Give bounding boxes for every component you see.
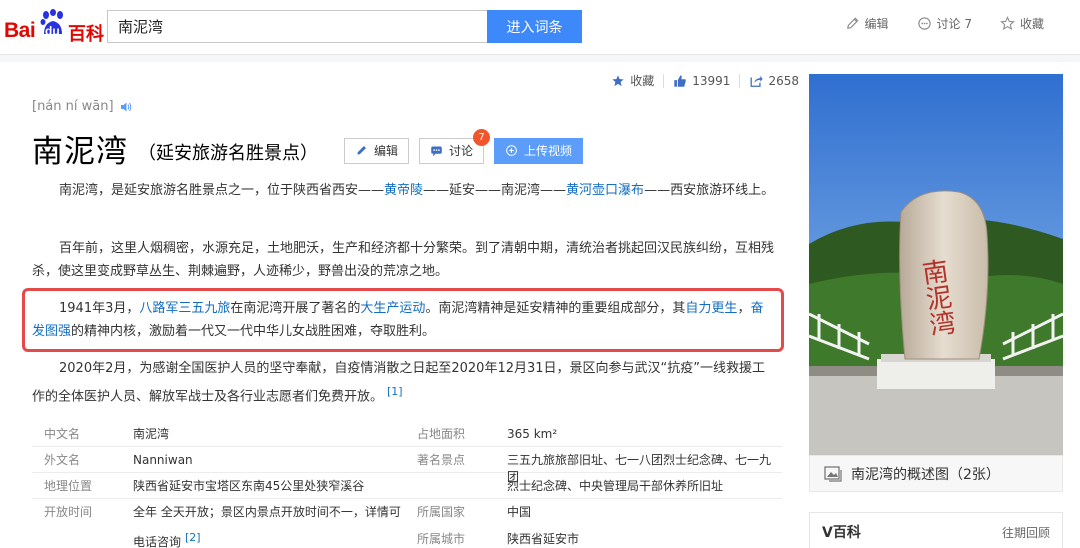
- paragraph-nanniwan-spirit: 1941年3月，八路军三五九旅在南泥湾开展了著名的大生产运动。南泥湾精神是延安精…: [32, 297, 775, 343]
- top-favorite-label: 收藏: [1019, 17, 1044, 31]
- discuss-count-badge: 7: [473, 128, 491, 146]
- paragraph-text: ，: [737, 301, 751, 316]
- plus-circle-icon: [506, 145, 517, 156]
- info-row: 外文名 Nanniwan 著名景点 三五九旅旅部旧址、七一八团烈士纪念碑、七一九…: [32, 447, 782, 484]
- upload-video-label: 上传视频: [524, 144, 573, 158]
- top-discuss-label: 讨论 7: [936, 17, 972, 31]
- star-outline-icon: [1000, 16, 1015, 31]
- paragraph-history: 百年前，这里人烟稠密，水源充足，土地肥沃，生产和经济都十分繁荣。到了清朝中期，清…: [32, 237, 775, 283]
- top-edit-label: 编辑: [864, 17, 889, 31]
- upload-video-button[interactable]: 上传视频: [494, 137, 584, 164]
- info-value: 365 km²: [507, 427, 558, 441]
- info-label: 地理位置: [44, 479, 93, 493]
- nanniwan-stone-photo: 南泥湾: [809, 74, 1063, 455]
- logo-du-text: du: [45, 24, 60, 38]
- gallery-icon: [824, 466, 842, 482]
- info-label: 著名景点: [417, 453, 466, 467]
- pencil-icon: [846, 17, 858, 29]
- link-359-brigade[interactable]: 八路军三五九旅: [139, 301, 230, 316]
- paragraph-text: 百年前，这里人烟稠密，水源充足，土地肥沃，生产和经济都十分繁荣。到了清朝中期，清…: [32, 241, 775, 279]
- paragraph-text: 的精神内核，激励着一代又一代中华儿女战胜困难，夺取胜利。: [71, 324, 436, 339]
- enter-entry-button[interactable]: 进入词条: [487, 10, 582, 43]
- info-label: 开放时间: [44, 505, 93, 519]
- logo-bai-text: Bai: [4, 19, 36, 42]
- top-actions: 编辑 讨论 7 收藏: [845, 15, 1044, 32]
- paragraph-text: ——延安——南泥湾——: [423, 183, 567, 198]
- info-row: 地理位置 陕西省延安市宝塔区东南45公里处狭窄溪谷 烈士纪念碑、中央管理局干部休…: [32, 473, 782, 499]
- stats-divider: [663, 73, 665, 88]
- info-value-text: 全年 全天开放；景区内景点开放时间不一，详情可电话咨询: [133, 505, 401, 548]
- top-header: Bai du 百科 进入词条 编辑 讨论 7 收藏: [0, 0, 1080, 55]
- paragraph-text: ——西安旅游环线上。: [644, 183, 775, 198]
- info-value: 陕西省延安市: [507, 532, 580, 546]
- link-self-reliance[interactable]: 自力更生: [685, 301, 737, 316]
- paragraph-text: 在南泥湾开展了著名的: [230, 301, 361, 316]
- link-hukou-waterfall[interactable]: 黄河壶口瀑布: [566, 183, 644, 198]
- paragraph-intro: 南泥湾，是延安旅游名胜景点之一，位于陕西省西安——黄帝陵——延安——南泥湾——黄…: [32, 179, 775, 202]
- chat-icon: [917, 17, 931, 30]
- link-production-movement[interactable]: 大生产运动: [360, 301, 425, 316]
- edit-button[interactable]: 编辑: [344, 137, 410, 164]
- like-stat[interactable]: 13991: [673, 74, 730, 88]
- summary-image-caption[interactable]: 南泥湾的概述图（2张）: [809, 455, 1063, 492]
- favorite-stat[interactable]: 收藏: [611, 72, 654, 89]
- like-count: 13991: [692, 73, 731, 88]
- link-huangdiling[interactable]: 黄帝陵: [384, 183, 423, 198]
- favorite-stat-label: 收藏: [630, 74, 655, 88]
- info-label: 所属城市: [417, 532, 466, 546]
- info-value: 南泥湾: [133, 427, 170, 441]
- info-label: 外文名: [44, 453, 81, 467]
- past-review-link[interactable]: 往期回顾: [1002, 524, 1050, 541]
- top-edit-action[interactable]: 编辑: [845, 15, 889, 32]
- paragraph-free-admission: 2020年2月，为感谢全国医护人员的坚守奉献，自疫情消散之日起至2020年12月…: [32, 357, 775, 408]
- v-baike-box: V百科 往期回顾: [809, 512, 1063, 548]
- info-value: 烈士纪念碑、中央管理局干部休养所旧址: [507, 479, 724, 493]
- search-input[interactable]: [108, 11, 487, 42]
- paragraph-text: 南泥湾，是延安旅游名胜景点之一，位于陕西省西安——: [59, 183, 385, 198]
- star-icon: [612, 74, 624, 86]
- chat-icon: [431, 146, 442, 157]
- info-value: 中国: [507, 505, 532, 519]
- pinyin-row: [nán ní wān]: [32, 99, 132, 114]
- share-count: 2658: [768, 73, 799, 88]
- logo-baike-text: 百科: [68, 24, 104, 45]
- entry-stats: 收藏 13991 2658: [611, 72, 799, 89]
- stats-divider: [739, 73, 741, 88]
- paragraph-text: 1941年3月，: [59, 301, 140, 316]
- entry-title: 南泥湾: [32, 134, 128, 170]
- pencil-icon: [357, 146, 366, 155]
- speaker-icon[interactable]: [120, 101, 132, 113]
- entry-main-card: 收藏 13991 2658 [nán ní wān] 南泥湾 （延安旅游名胜景点…: [0, 62, 1080, 548]
- entry-subtitle: （延安旅游名胜景点）: [138, 142, 318, 164]
- edit-button-label: 编辑: [374, 144, 399, 158]
- info-row: 开放时间 全年 全天开放；景区内景点开放时间不一，详情可电话咨询 [2] 所属国家…: [32, 499, 782, 548]
- baidu-baike-logo[interactable]: Bai du 百科: [4, 9, 104, 45]
- discuss-button[interactable]: 讨论 7: [419, 128, 491, 164]
- summary-image[interactable]: 南泥湾: [809, 74, 1063, 455]
- v-baike-title: V百科: [822, 525, 861, 541]
- info-row: 中文名 南泥湾 占地面积 365 km²: [32, 421, 782, 447]
- share-stat[interactable]: 2658: [749, 74, 799, 88]
- thumbs-up-icon: [674, 74, 687, 87]
- discuss-button-label: 讨论: [449, 144, 474, 158]
- top-discuss-action[interactable]: 讨论 7: [917, 15, 972, 32]
- info-value: Nanniwan: [133, 453, 193, 467]
- search-box: [107, 10, 487, 43]
- info-label: 中文名: [44, 427, 81, 441]
- title-row: 南泥湾 （延安旅游名胜景点） 编辑 讨论 7 上传视频: [32, 126, 584, 171]
- pinyin-text: [nán ní wān]: [32, 99, 114, 114]
- top-favorite-action[interactable]: 收藏: [1000, 15, 1044, 32]
- info-label: 所属国家: [417, 505, 466, 519]
- reference-link-2[interactable]: [2]: [185, 531, 201, 544]
- reference-link-1[interactable]: [1]: [387, 385, 403, 398]
- info-label: 占地面积: [417, 427, 466, 441]
- paragraph-text: 。南泥湾精神是延安精神的重要组成部分，其: [425, 301, 686, 316]
- caption-text: 南泥湾的概述图（2张）: [851, 466, 1000, 483]
- basic-info-table: 中文名 南泥湾 占地面积 365 km² 外文名 Nanniwan 著名景点 三…: [32, 421, 782, 548]
- info-value: 陕西省延安市宝塔区东南45公里处狭窄溪谷: [133, 479, 365, 493]
- share-icon: [750, 75, 764, 87]
- info-value: 全年 全天开放；景区内景点开放时间不一，详情可电话咨询 [2]: [133, 499, 403, 548]
